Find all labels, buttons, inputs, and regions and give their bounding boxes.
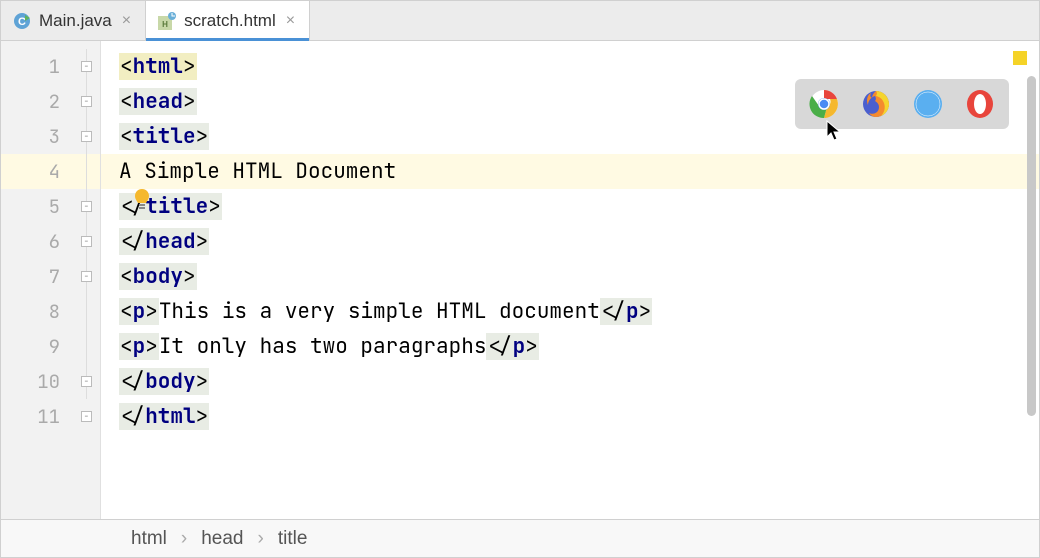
tab-scratch-html[interactable]: H scratch.html × xyxy=(146,1,310,40)
breadcrumb-item[interactable]: html xyxy=(131,528,167,550)
fold-icon[interactable]: − xyxy=(81,411,92,422)
opera-icon[interactable] xyxy=(965,89,995,119)
line-number[interactable]: 7− xyxy=(1,259,100,294)
code-line: <body> xyxy=(101,259,1039,294)
firefox-icon[interactable] xyxy=(861,89,891,119)
close-icon[interactable]: × xyxy=(284,12,297,30)
analysis-status-icon[interactable] xyxy=(1013,51,1027,65)
breadcrumb-separator: › xyxy=(258,528,264,550)
code-editor[interactable]: <html> <head> <title> A Simple HTML Docu… xyxy=(101,41,1039,519)
mouse-cursor-icon xyxy=(825,119,845,143)
safari-icon[interactable] xyxy=(913,89,943,119)
close-icon[interactable]: × xyxy=(120,12,133,30)
line-number[interactable]: 10− xyxy=(1,364,100,399)
chrome-icon[interactable] xyxy=(809,89,839,119)
gutter: 1− 2− 3− 4 5− 6− 7− 8 9 10− 11− xyxy=(1,41,101,519)
line-number[interactable]: 1− xyxy=(1,49,100,84)
code-line: </head> xyxy=(101,224,1039,259)
code-line: </body> xyxy=(101,364,1039,399)
line-number[interactable]: 2− xyxy=(1,84,100,119)
tab-main-java[interactable]: C Main.java × xyxy=(1,1,146,40)
code-line: <p>It only has two paragraphs</p> xyxy=(101,329,1039,364)
tab-label: scratch.html xyxy=(184,11,276,31)
tab-label: Main.java xyxy=(39,11,112,31)
code-line: </title> xyxy=(101,189,1039,224)
svg-text:C: C xyxy=(18,16,26,28)
scrollbar[interactable] xyxy=(1027,76,1036,416)
editor-tabs: C Main.java × H scratch.html × xyxy=(1,1,1039,41)
intention-bulb-icon[interactable] xyxy=(29,160,53,184)
editor: 1− 2− 3− 4 5− 6− 7− 8 9 10− 11− <html> <… xyxy=(1,41,1039,519)
fold-icon[interactable]: − xyxy=(81,96,92,107)
svg-text:H: H xyxy=(162,20,168,29)
line-number[interactable]: 3− xyxy=(1,119,100,154)
line-number[interactable]: 9 xyxy=(1,329,100,364)
breadcrumb-bar: html › head › title xyxy=(1,519,1039,557)
fold-icon[interactable]: − xyxy=(81,376,92,387)
code-line: </html> xyxy=(101,399,1039,434)
breadcrumb-item[interactable]: head xyxy=(201,528,243,550)
line-number[interactable]: 11− xyxy=(1,399,100,434)
html-scratch-icon: H xyxy=(158,12,176,30)
breadcrumb-item[interactable]: title xyxy=(278,528,308,550)
line-number[interactable]: 8 xyxy=(1,294,100,329)
code-line: <p>This is a very simple HTML document</… xyxy=(101,294,1039,329)
java-class-icon: C xyxy=(13,12,31,30)
code-line-current: A Simple HTML Document xyxy=(101,154,1039,189)
fold-icon[interactable]: − xyxy=(81,271,92,282)
breadcrumb-separator: › xyxy=(181,528,187,550)
fold-icon[interactable]: − xyxy=(81,61,92,72)
fold-icon[interactable]: − xyxy=(81,131,92,142)
